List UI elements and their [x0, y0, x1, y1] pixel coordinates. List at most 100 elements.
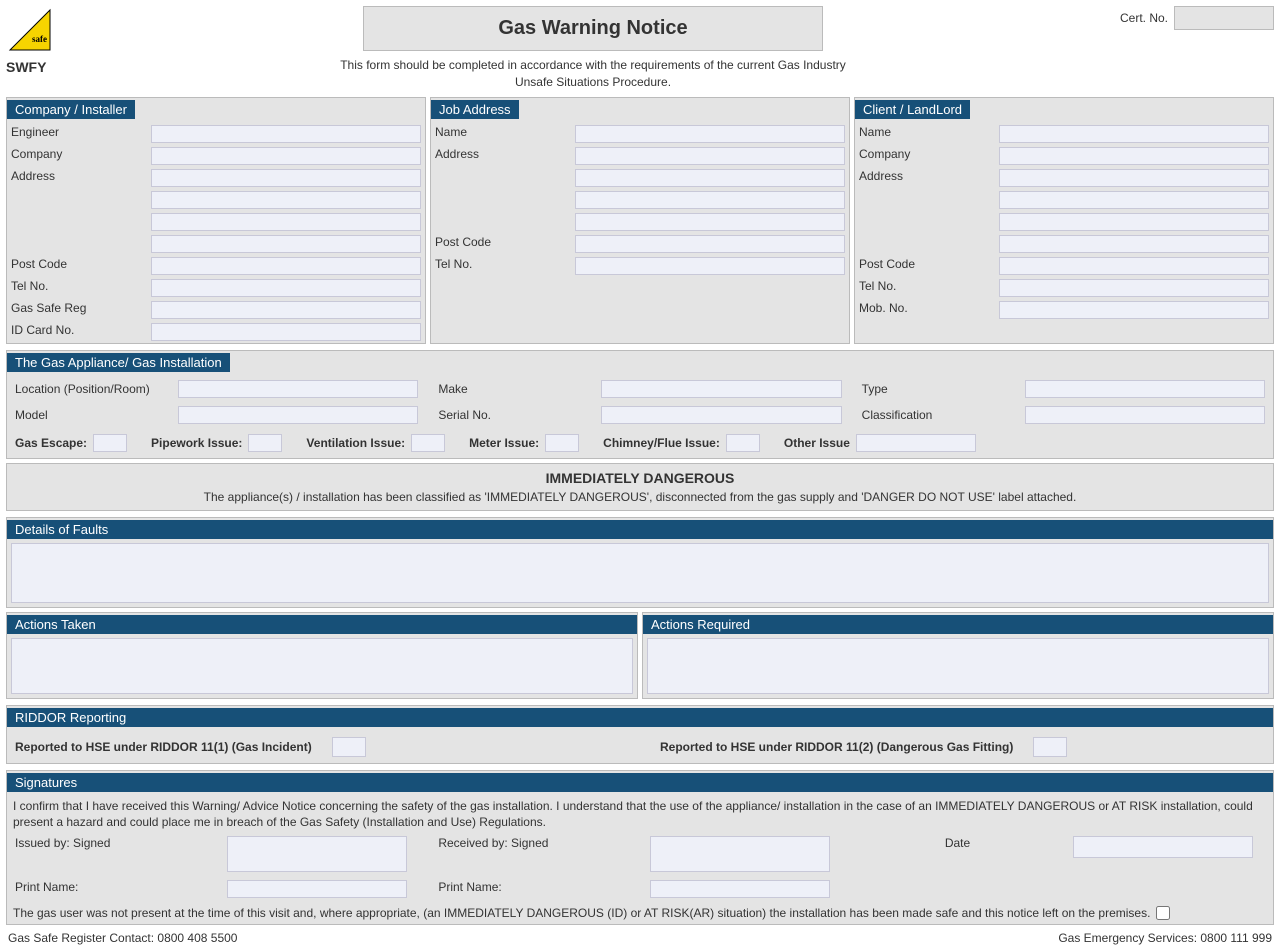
riddor-section-title: RIDDOR Reporting [7, 708, 1273, 727]
job-postcode-label: Post Code [431, 233, 571, 255]
riddor-1-input[interactable] [332, 737, 366, 757]
company-address-input-4[interactable] [151, 235, 421, 253]
faults-section-title: Details of Faults [7, 520, 1273, 539]
job-name-label: Name [431, 123, 571, 145]
received-print-name-input[interactable] [650, 880, 830, 898]
job-name-input[interactable] [575, 125, 845, 143]
company-tel-input[interactable] [151, 279, 421, 297]
date-label: Date [862, 836, 1054, 850]
job-postcode-input[interactable] [575, 235, 845, 253]
client-tel-input[interactable] [999, 279, 1269, 297]
client-name-label: Name [855, 123, 995, 145]
company-postcode-input[interactable] [151, 257, 421, 275]
appliance-classification-label: Classification [862, 408, 1017, 422]
riddor-2-label: Reported to HSE under RIDDOR 11(2) (Dang… [660, 740, 1013, 754]
client-address-input-2[interactable] [999, 191, 1269, 209]
appliance-make-input[interactable] [601, 380, 841, 398]
company-engineer-input[interactable] [151, 125, 421, 143]
company-panel: Company / Installer Engineer Company Add… [6, 97, 426, 344]
client-address-input-1[interactable] [999, 169, 1269, 187]
job-panel: Job Address Name Address Post Code Tel N… [430, 97, 850, 344]
issued-by-signature[interactable] [227, 836, 407, 872]
issue-gas-escape-input[interactable] [93, 434, 127, 452]
footer-right: Gas Emergency Services: 0800 111 999 [1058, 931, 1272, 945]
brand-text: SWFY [6, 59, 66, 75]
gas-safe-logo-icon: safe [6, 6, 54, 54]
company-gas-safe-reg-input[interactable] [151, 301, 421, 319]
client-address-label: Address [855, 167, 995, 189]
company-address-input-3[interactable] [151, 213, 421, 231]
issue-ventilation-input[interactable] [411, 434, 445, 452]
appliance-model-input[interactable] [178, 406, 418, 424]
footer-left: Gas Safe Register Contact: 0800 408 5500 [8, 931, 237, 945]
job-tel-input[interactable] [575, 257, 845, 275]
company-tel-label: Tel No. [7, 277, 147, 299]
cert-no-input[interactable] [1174, 6, 1274, 30]
appliance-type-input[interactable] [1025, 380, 1265, 398]
client-mob-label: Mob. No. [855, 299, 995, 321]
received-print-name-label: Print Name: [438, 880, 630, 894]
signatures-section-title: Signatures [7, 773, 1273, 792]
job-address-input-2[interactable] [575, 169, 845, 187]
client-name-input[interactable] [999, 125, 1269, 143]
client-mob-input[interactable] [999, 301, 1269, 319]
company-address-label: Address [7, 167, 147, 189]
client-address-input-3[interactable] [999, 213, 1269, 231]
appliance-section-title: The Gas Appliance/ Gas Installation [7, 353, 230, 372]
actions-taken-textarea[interactable] [11, 638, 633, 694]
company-company-label: Company [7, 145, 147, 167]
job-address-input-4[interactable] [575, 213, 845, 231]
actions-required-title: Actions Required [643, 615, 1273, 634]
job-address-input-1[interactable] [575, 147, 845, 165]
client-tel-label: Tel No. [855, 277, 995, 299]
issue-pipework-input[interactable] [248, 434, 282, 452]
riddor-2-input[interactable] [1033, 737, 1067, 757]
client-company-label: Company [855, 145, 995, 167]
faults-panel: Details of Faults [6, 517, 1274, 608]
issue-gas-escape-label: Gas Escape: [15, 436, 87, 450]
issue-pipework-label: Pipework Issue: [151, 436, 242, 450]
issue-other-input[interactable] [856, 434, 976, 452]
appliance-location-input[interactable] [178, 380, 418, 398]
subtitle-line1: This form should be completed in accorda… [340, 58, 846, 72]
client-panel: Client / LandLord Name Company Address P… [854, 97, 1274, 344]
svg-text:safe: safe [32, 34, 47, 44]
job-address-input-3[interactable] [575, 191, 845, 209]
faults-textarea[interactable] [11, 543, 1269, 603]
actions-required-textarea[interactable] [647, 638, 1269, 694]
logo-block: safe SWFY [6, 6, 66, 75]
issued-print-name-label: Print Name: [15, 880, 207, 894]
company-address-input-1[interactable] [151, 169, 421, 187]
company-company-input[interactable] [151, 147, 421, 165]
issue-chimney-label: Chimney/Flue Issue: [603, 436, 720, 450]
not-present-text: The gas user was not present at the time… [13, 906, 1150, 920]
company-address-input-2[interactable] [151, 191, 421, 209]
page-subtitle: This form should be completed in accorda… [76, 57, 1110, 91]
appliance-make-label: Make [438, 382, 593, 396]
actions-taken-title: Actions Taken [7, 615, 637, 634]
company-id-card-input[interactable] [151, 323, 421, 341]
appliance-serial-label: Serial No. [438, 408, 593, 422]
company-section-title: Company / Installer [7, 100, 135, 119]
not-present-checkbox[interactable] [1156, 906, 1170, 920]
appliance-model-label: Model [15, 408, 170, 422]
issue-chimney-input[interactable] [726, 434, 760, 452]
danger-box: IMMEDIATELY DANGEROUS The appliance(s) /… [6, 463, 1274, 511]
cert-no-label: Cert. No. [1120, 11, 1168, 25]
client-address-input-4[interactable] [999, 235, 1269, 253]
received-by-signature[interactable] [650, 836, 830, 872]
client-company-input[interactable] [999, 147, 1269, 165]
job-address-label: Address [431, 145, 571, 167]
date-input[interactable] [1073, 836, 1253, 858]
company-id-card-label: ID Card No. [7, 321, 147, 343]
issue-meter-input[interactable] [545, 434, 579, 452]
appliance-serial-input[interactable] [601, 406, 841, 424]
job-section-title: Job Address [431, 100, 519, 119]
issued-print-name-input[interactable] [227, 880, 407, 898]
client-postcode-input[interactable] [999, 257, 1269, 275]
issued-by-label: Issued by: Signed [15, 836, 207, 850]
subtitle-line2: Unsafe Situations Procedure. [515, 75, 671, 89]
client-section-title: Client / LandLord [855, 100, 970, 119]
issue-ventilation-label: Ventilation Issue: [306, 436, 405, 450]
appliance-classification-input[interactable] [1025, 406, 1265, 424]
